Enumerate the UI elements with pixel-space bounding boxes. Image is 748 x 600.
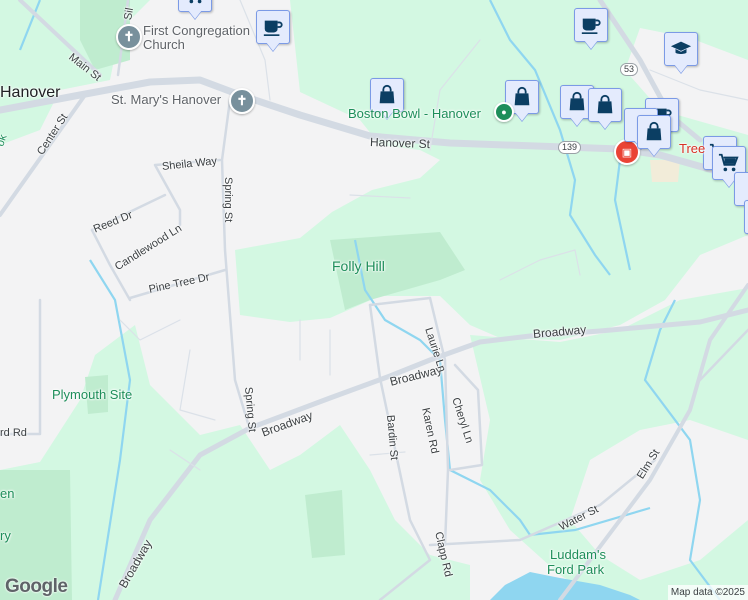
church-label-2[interactable]: Church [143,37,185,52]
shopping-cart-icon [718,152,740,174]
road-laurie-ln [368,296,432,307]
street-label-sil: Sil [122,6,137,22]
park-label-2[interactable]: Ford Park [547,562,604,577]
map-marker-partial[interactable] [744,200,748,244]
map-marker-cart[interactable] [178,0,214,22]
church-pin[interactable]: ✝ [229,88,255,114]
land-cutout-dev [650,160,680,182]
street-label-rd-fragment: rd Rd [0,427,27,439]
tree-store-label[interactable]: Tree [679,141,705,156]
folly-hill-label[interactable]: Folly Hill [332,258,385,274]
route-139-shield: 139 [558,141,582,154]
bowling-pin[interactable]: ● [494,102,514,122]
bowl-label[interactable]: Boston Bowl - Hanover [348,106,481,121]
park-dark-3 [305,490,345,558]
st-marys-label[interactable]: St. Mary's Hanover [111,92,221,107]
park-label-1[interactable]: Luddam's [550,547,606,562]
map-attribution[interactable]: Map data ©2025 [667,585,748,600]
map-marker-shopping-bag[interactable] [637,115,673,159]
cross-icon: ✝ [123,29,135,44]
map-marker-graduation-cap[interactable] [664,32,700,76]
coffee-icon [262,16,284,38]
street-label-hanover: Hanover St [369,135,431,152]
shopping-bag-icon [566,91,588,113]
church-pin[interactable]: ✝ [116,24,142,50]
shopping-bag-icon [643,121,665,143]
map-marker-shopping-bag[interactable] [588,88,624,132]
road-rd-rd [0,298,42,436]
map-marker-coffee[interactable] [574,8,610,52]
plymouth-site-label[interactable]: Plymouth Site [52,387,132,402]
town-label: Hanover [0,84,61,101]
minor-road [179,349,216,421]
shopping-bag-icon [511,86,533,108]
cart-icon [184,0,206,6]
label-fragment-en: en [0,486,15,501]
cross-icon: ✝ [236,93,248,108]
label-fragment-ry: ry [0,528,11,543]
graduation-cap-icon [670,38,692,60]
church-label[interactable]: First Congregation [143,23,250,38]
google-logo[interactable]: Google [5,576,68,598]
shopping-bag-icon [376,84,398,106]
street-label-spring: Spring St [222,177,234,223]
shopping-bag-icon [594,94,616,116]
minor-road [299,319,331,376]
bowling-icon: ● [501,107,507,117]
route-53-shield: 53 [620,63,639,76]
coffee-icon [580,14,602,36]
map-marker-coffee[interactable] [256,10,292,54]
